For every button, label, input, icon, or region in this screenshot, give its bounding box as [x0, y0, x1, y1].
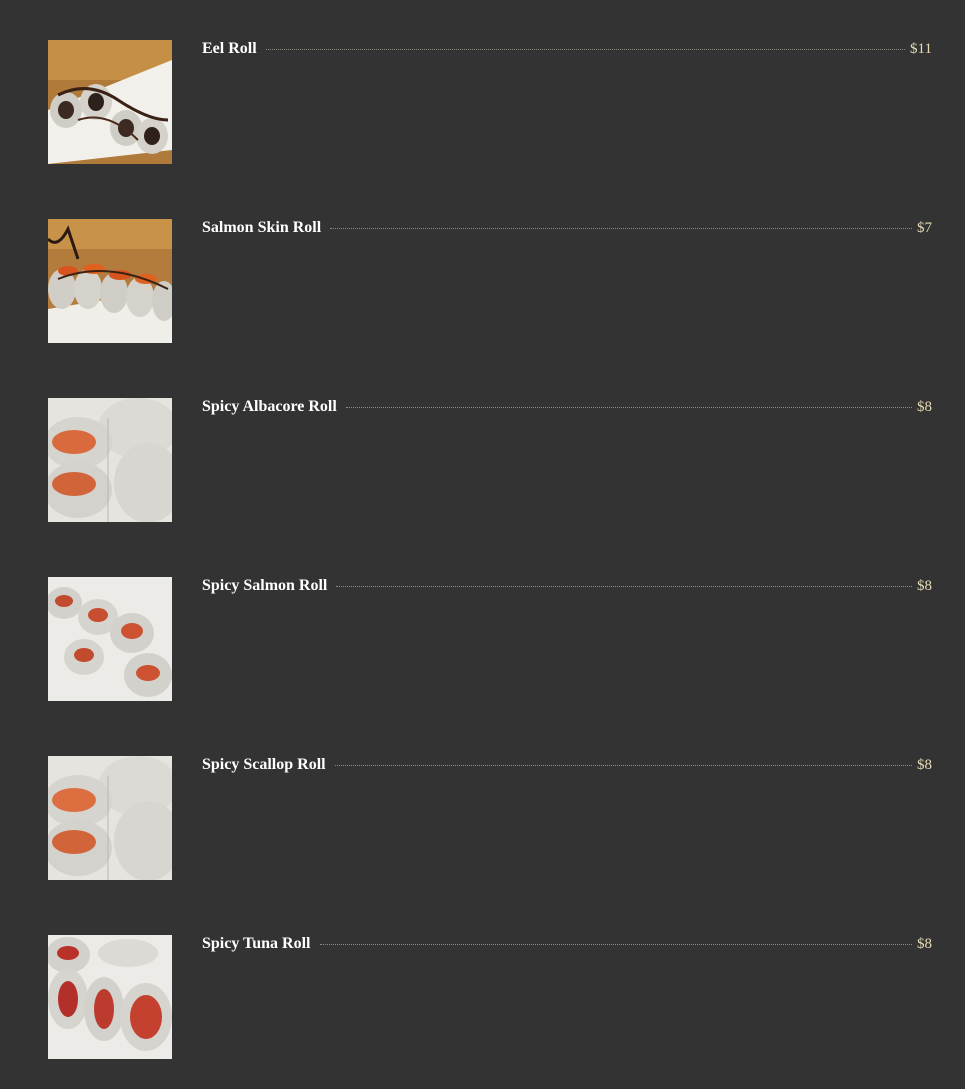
item-name[interactable]: Salmon Skin Roll — [202, 219, 321, 237]
menu-item: Eel Roll $11 — [48, 40, 932, 164]
menu-item: Spicy Scallop Roll $8 — [48, 756, 932, 880]
dotted-leader — [336, 586, 912, 587]
item-price: $8 — [917, 936, 932, 952]
item-details: Salmon Skin Roll $7 — [202, 219, 932, 343]
menu-item: Spicy Albacore Roll $8 — [48, 398, 932, 522]
title-row: Eel Roll $11 — [202, 40, 932, 62]
item-price: $7 — [917, 220, 932, 236]
item-price: $11 — [910, 41, 932, 57]
salmon-skin-roll-photo[interactable] — [48, 219, 172, 343]
spicy-scallop-roll-photo[interactable] — [48, 756, 172, 880]
menu-item: Salmon Skin Roll $7 — [48, 219, 932, 343]
spicy-salmon-roll-photo[interactable] — [48, 577, 172, 701]
item-details: Spicy Albacore Roll $8 — [202, 398, 932, 522]
item-name[interactable]: Spicy Scallop Roll — [202, 756, 326, 774]
item-details: Eel Roll $11 — [202, 40, 932, 164]
item-name[interactable]: Spicy Salmon Roll — [202, 577, 327, 595]
item-name[interactable]: Eel Roll — [202, 40, 257, 58]
item-price: $8 — [917, 578, 932, 594]
dotted-leader — [334, 765, 912, 766]
item-details: Spicy Tuna Roll $8 — [202, 935, 932, 1059]
title-row: Spicy Salmon Roll $8 — [202, 577, 932, 599]
menu-list: Eel Roll $11 Salmon Skin Roll $7 Spicy A… — [48, 40, 932, 1089]
item-name[interactable]: Spicy Albacore Roll — [202, 398, 337, 416]
title-row: Spicy Scallop Roll $8 — [202, 756, 932, 778]
title-row: Spicy Albacore Roll $8 — [202, 398, 932, 420]
spicy-albacore-roll-photo[interactable] — [48, 398, 172, 522]
title-row: Spicy Tuna Roll $8 — [202, 935, 932, 957]
item-name[interactable]: Spicy Tuna Roll — [202, 935, 311, 953]
dotted-leader — [319, 944, 912, 945]
menu-item: Spicy Tuna Roll $8 — [48, 935, 932, 1059]
item-details: Spicy Salmon Roll $8 — [202, 577, 932, 701]
item-price: $8 — [917, 757, 932, 773]
item-details: Spicy Scallop Roll $8 — [202, 756, 932, 880]
dotted-leader — [345, 407, 912, 408]
spicy-tuna-roll-photo[interactable] — [48, 935, 172, 1059]
title-row: Salmon Skin Roll $7 — [202, 219, 932, 241]
dotted-leader — [265, 49, 906, 50]
menu-item: Spicy Salmon Roll $8 — [48, 577, 932, 701]
item-price: $8 — [917, 399, 932, 415]
dotted-leader — [330, 228, 912, 229]
eel-roll-photo[interactable] — [48, 40, 172, 164]
